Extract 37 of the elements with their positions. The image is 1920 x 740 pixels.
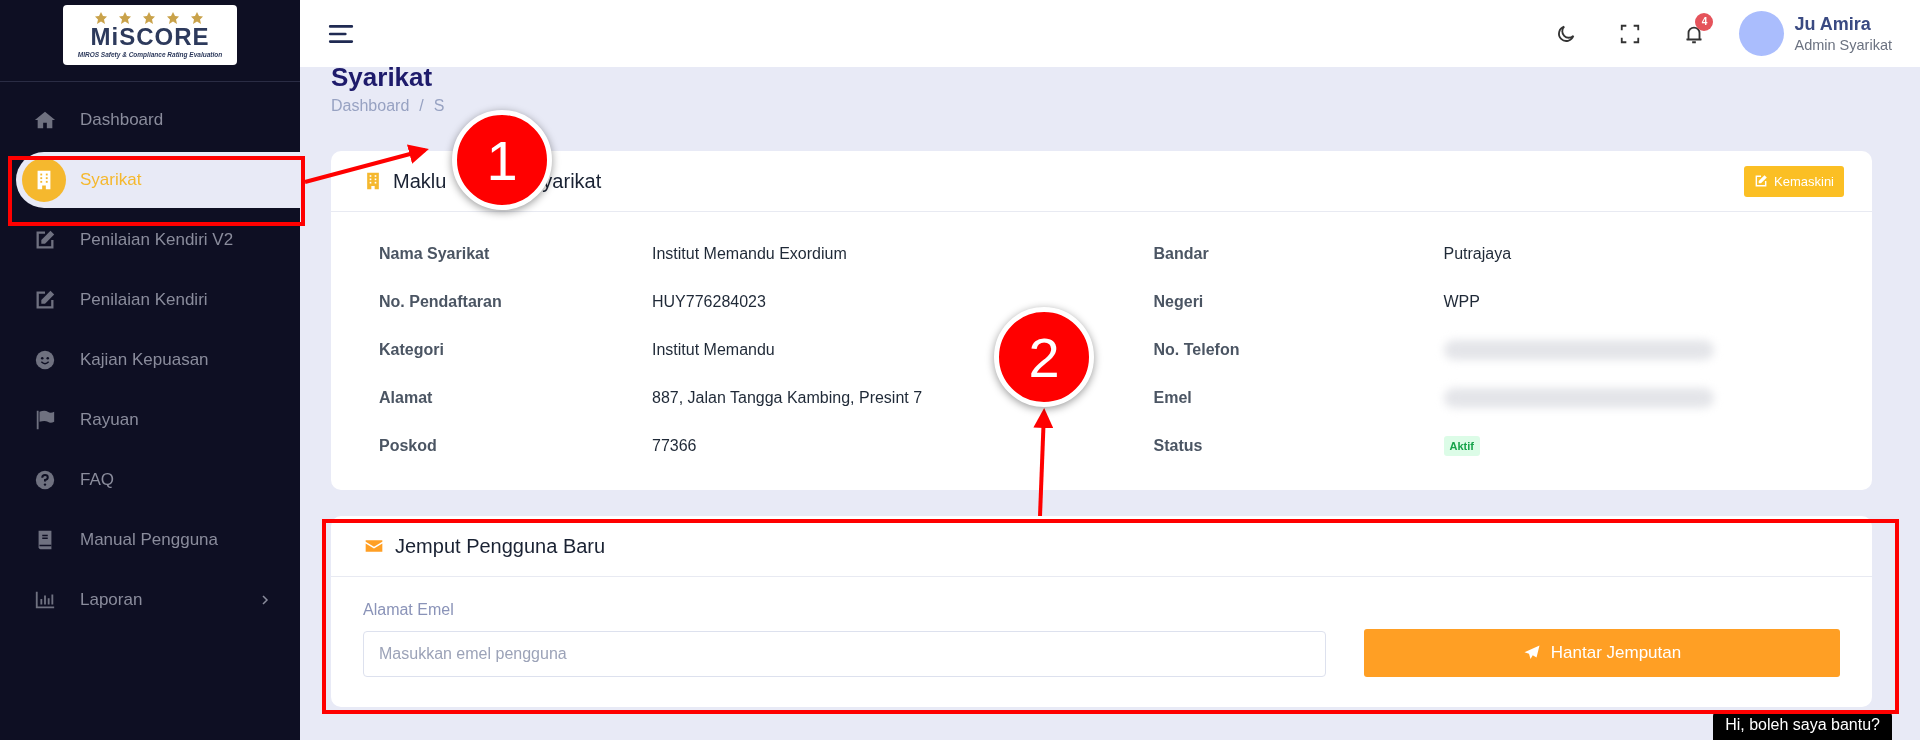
card-title: Maklu <box>393 169 447 193</box>
field-label: No. Pendaftaran <box>379 292 503 312</box>
field-value: Institut Memandu Exordium <box>652 245 847 263</box>
field-value: Putrajaya <box>1443 245 1512 263</box>
field-value: HUY776284023 <box>652 293 766 311</box>
field-value: WPP <box>1443 293 1480 311</box>
field-label: Nama Syarikat <box>379 244 491 264</box>
field-value: Institut Memandu <box>652 341 775 359</box>
field-label: Bandar <box>1153 244 1210 264</box>
user-name: Ju Amira <box>1794 14 1872 35</box>
notification-badge: 4 <box>1695 12 1714 31</box>
breadcrumb-separator: / <box>419 97 424 115</box>
field-label: Status <box>1153 436 1204 456</box>
field-value: 77366 <box>652 437 697 455</box>
field-label: Emel <box>1153 388 1193 408</box>
sidebar-item[interactable]: Penilaian Kendiri <box>0 270 300 330</box>
email-input[interactable]: Masukkan emel pengguna <box>363 631 1326 677</box>
field-label: No. Telefon <box>1153 340 1241 360</box>
sidebar-item[interactable]: Manual Pengguna <box>0 510 300 570</box>
field-value: 887, Jalan Tangga Kambing, Presint 7 <box>652 389 923 407</box>
logo-title: MiSCORE <box>90 23 210 50</box>
status-badge: Aktif <box>1443 436 1480 456</box>
card-title: Jemput Pengguna Baru <box>395 534 606 558</box>
field-label: Alamat Emel <box>363 601 455 619</box>
card-title: yarikat <box>542 169 602 193</box>
sidebar-item[interactable]: Kajian Kepuasan <box>0 330 300 390</box>
field-label: Poskod <box>379 436 438 456</box>
sidebar-item[interactable]: FAQ <box>0 450 300 510</box>
sidebar-item[interactable]: Penilaian Kendiri V2 <box>0 210 300 270</box>
field-label: Alamat <box>379 388 434 408</box>
field-label: Kategori <box>379 340 445 360</box>
page-title: Syarikat <box>331 61 434 93</box>
sidebar-item[interactable]: Laporan <box>0 570 300 630</box>
sidebar-item[interactable]: Rayuan <box>0 390 300 450</box>
user-role: Admin Syarikat <box>1794 37 1892 53</box>
sidebar-item[interactable]: Dashboard <box>0 90 300 150</box>
field-label: Negeri <box>1153 292 1205 312</box>
